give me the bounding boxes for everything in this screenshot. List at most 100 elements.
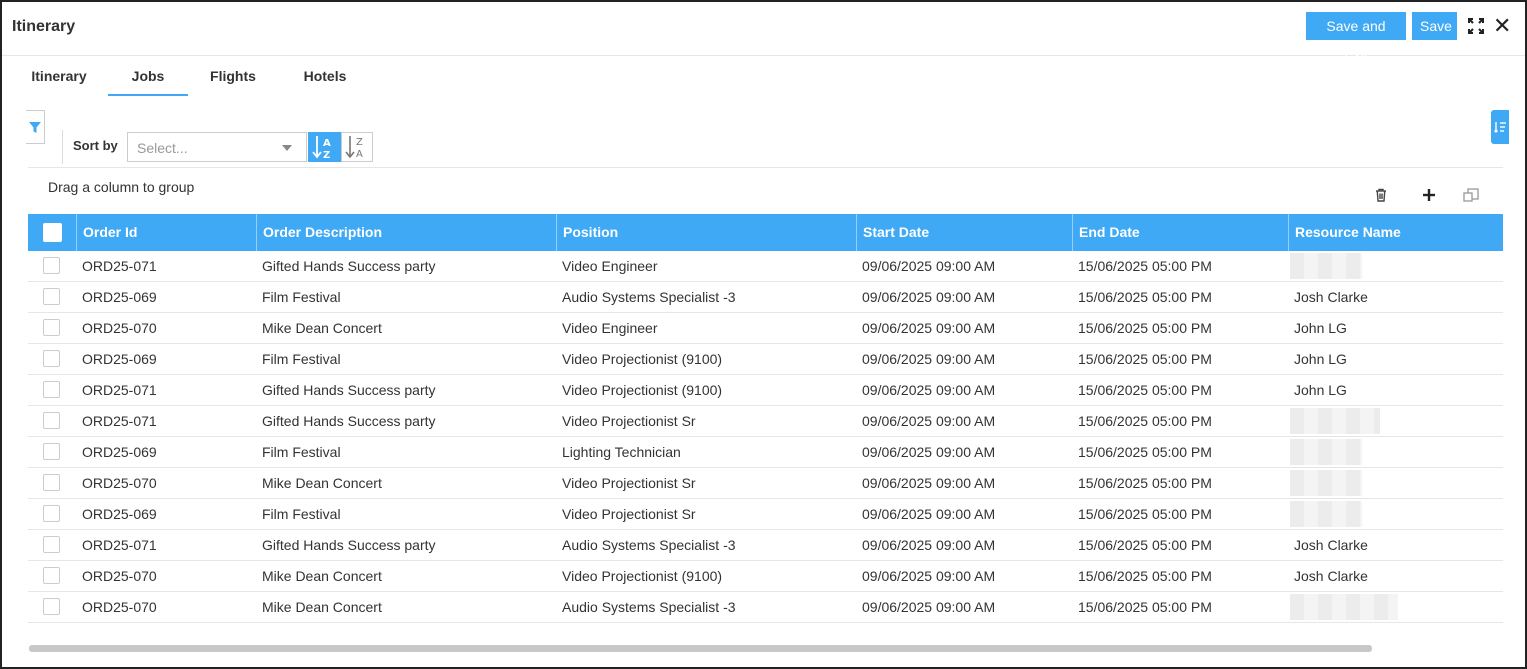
itinerary-window: Itinerary Save and Exit Save ✕ Itinerary…: [0, 0, 1527, 669]
sort-ascending-button[interactable]: A Z: [308, 132, 341, 162]
cell-order-description: Gifted Hands Success party: [262, 413, 436, 429]
cell-position: Video Projectionist Sr: [562, 475, 696, 491]
row-checkbox[interactable]: [43, 567, 60, 584]
sort-descending-button[interactable]: Z A: [341, 132, 373, 162]
save-and-exit-button[interactable]: Save and Exit: [1306, 12, 1406, 62]
close-icon[interactable]: ✕: [1493, 15, 1511, 37]
cell-resource-name: [1288, 499, 1503, 530]
row-checkbox[interactable]: [43, 288, 60, 305]
tab-hotels[interactable]: Hotels: [288, 56, 362, 96]
table-row[interactable]: ORD25-069 Film Festival Lighting Technicia…: [28, 437, 1503, 468]
column-header-order-id[interactable]: Order Id: [76, 214, 256, 251]
column-chooser-icon: [1494, 122, 1506, 133]
trash-icon[interactable]: [1369, 183, 1393, 207]
row-checkbox[interactable]: [43, 443, 60, 460]
table-row[interactable]: ORD25-071 Gifted Hands Success party Audio…: [28, 530, 1503, 561]
cell-order-id: ORD25-070: [82, 599, 157, 615]
cell-end-date: 15/06/2025 05:00 PM: [1078, 289, 1212, 305]
cell-order-description: Gifted Hands Success party: [262, 537, 436, 553]
column-header-order-description[interactable]: Order Description: [256, 214, 556, 251]
sort-field-select[interactable]: Select...: [127, 132, 307, 162]
cell-position: Video Projectionist (9100): [562, 351, 723, 367]
cell-start-date: 09/06/2025 09:00 AM: [862, 444, 996, 460]
cell-order-id: ORD25-070: [82, 320, 157, 336]
cell-start-date: 09/06/2025 09:00 AM: [862, 289, 996, 305]
table-row[interactable]: ORD25-069 Film Festival Audio Systems Spec…: [28, 282, 1503, 313]
row-checkbox[interactable]: [43, 598, 60, 615]
grid-toolbar: [1359, 167, 1502, 215]
table-row[interactable]: ORD25-070 Mike Dean Concert Video Projecti…: [28, 468, 1503, 499]
save-button[interactable]: Save: [1412, 12, 1457, 40]
plus-icon[interactable]: [1417, 183, 1441, 207]
row-checkbox[interactable]: [43, 474, 60, 491]
cell-end-date: 15/06/2025 05:00 PM: [1078, 506, 1212, 522]
table-row[interactable]: ORD25-071 Gifted Hands Success party Video…: [28, 251, 1503, 282]
cell-order-description: Film Festival: [262, 351, 341, 367]
column-header-resource-name[interactable]: Resource Name: [1288, 214, 1503, 251]
cell-order-description: Gifted Hands Success party: [262, 382, 436, 398]
table-row[interactable]: ORD25-069 Film Festival Video Projectionis…: [28, 344, 1503, 375]
column-header-start-date[interactable]: Start Date: [856, 214, 1072, 251]
side-panel-toggle[interactable]: [1491, 110, 1509, 144]
select-all-checkbox[interactable]: [43, 223, 62, 242]
cell-start-date: 09/06/2025 09:00 AM: [862, 320, 996, 336]
cell-start-date: 09/06/2025 09:00 AM: [862, 382, 996, 398]
title-bar: Itinerary Save and Exit Save ✕: [2, 2, 1525, 62]
cell-order-id: ORD25-069: [82, 444, 157, 460]
cell-resource-name: [1288, 592, 1503, 623]
cell-order-id: ORD25-071: [82, 258, 157, 274]
cell-resource-name: Josh Clarke: [1294, 537, 1368, 553]
cell-resource-name: John LG: [1294, 351, 1347, 367]
table-row[interactable]: ORD25-070 Mike Dean Concert Audio Systems …: [28, 592, 1503, 623]
group-drop-area[interactable]: Drag a column to group: [48, 179, 194, 195]
row-checkbox[interactable]: [43, 505, 60, 522]
row-checkbox[interactable]: [43, 350, 60, 367]
cell-end-date: 15/06/2025 05:00 PM: [1078, 258, 1212, 274]
row-checkbox[interactable]: [43, 381, 60, 398]
cell-position: Audio Systems Specialist -3: [562, 289, 736, 305]
column-header-position[interactable]: Position: [556, 214, 856, 251]
cell-order-id: ORD25-069: [82, 506, 157, 522]
copy-icon[interactable]: [1459, 183, 1483, 207]
cell-resource-name: [1288, 251, 1503, 282]
cell-resource-name: [1288, 437, 1503, 468]
cell-resource-name: Josh Clarke: [1294, 289, 1368, 305]
row-checkbox[interactable]: [43, 257, 60, 274]
cell-end-date: 15/06/2025 05:00 PM: [1078, 537, 1212, 553]
cell-position: Video Engineer: [562, 320, 658, 336]
cell-position: Video Engineer: [562, 258, 658, 274]
row-checkbox[interactable]: [43, 536, 60, 553]
horizontal-scrollbar[interactable]: [29, 645, 1372, 652]
column-header-end-date[interactable]: End Date: [1072, 214, 1288, 251]
cell-position: Video Projectionist (9100): [562, 382, 723, 398]
cell-resource-name: Josh Clarke: [1294, 568, 1368, 584]
cell-end-date: 15/06/2025 05:00 PM: [1078, 568, 1212, 584]
row-checkbox[interactable]: [43, 319, 60, 336]
cell-position: Audio Systems Specialist -3: [562, 599, 736, 615]
cell-end-date: 15/06/2025 05:00 PM: [1078, 382, 1212, 398]
cell-order-description: Film Festival: [262, 506, 341, 522]
cell-start-date: 09/06/2025 09:00 AM: [862, 599, 996, 615]
table-row[interactable]: ORD25-070 Mike Dean Concert Video Engineer…: [28, 313, 1503, 344]
tab-jobs[interactable]: Jobs: [108, 56, 188, 96]
filter-panel-toggle[interactable]: [26, 110, 45, 144]
cell-position: Lighting Technician: [562, 444, 681, 460]
cell-order-id: ORD25-071: [82, 413, 157, 429]
cell-order-id: ORD25-070: [82, 568, 157, 584]
sort-ascending-icon: A Z: [312, 136, 331, 161]
row-checkbox[interactable]: [43, 412, 60, 429]
table-row[interactable]: ORD25-071 Gifted Hands Success party Video…: [28, 375, 1503, 406]
table-row[interactable]: ORD25-071 Gifted Hands Success party Video…: [28, 406, 1503, 437]
cell-order-description: Mike Dean Concert: [262, 475, 382, 491]
cell-order-description: Gifted Hands Success party: [262, 258, 436, 274]
expand-icon[interactable]: [1468, 18, 1484, 34]
cell-order-description: Film Festival: [262, 444, 341, 460]
cell-start-date: 09/06/2025 09:00 AM: [862, 258, 996, 274]
cell-end-date: 15/06/2025 05:00 PM: [1078, 351, 1212, 367]
table-row[interactable]: ORD25-070 Mike Dean Concert Video Projecti…: [28, 561, 1503, 592]
table-row[interactable]: ORD25-069 Film Festival Video Projectionis…: [28, 499, 1503, 530]
tab-itinerary[interactable]: Itinerary: [18, 56, 100, 96]
cell-end-date: 15/06/2025 05:00 PM: [1078, 475, 1212, 491]
svg-text:Z: Z: [356, 137, 363, 148]
tab-flights[interactable]: Flights: [198, 56, 268, 96]
